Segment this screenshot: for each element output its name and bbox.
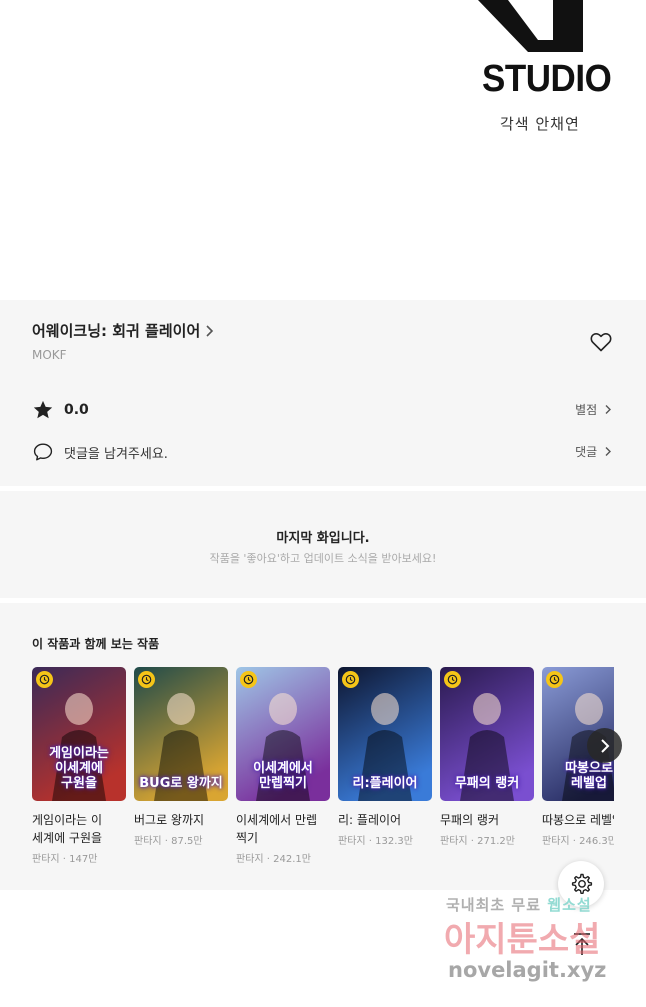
card-genre: 판타지 [542, 836, 570, 847]
comic-panel: STUDIO 각색 안채연 [0, 0, 646, 300]
chevron-right-icon [605, 405, 611, 414]
cover-thumbnail: 게임이라는 이세계에 구원을 [32, 667, 126, 801]
separator-dot: · [263, 854, 274, 865]
card-meta: 판타지 · 147만 [32, 850, 126, 865]
clock-icon [549, 674, 560, 685]
cover-title-art: BUG로 왕까지 [139, 776, 223, 791]
card-views: 87.5만 [171, 836, 203, 847]
clock-badge-icon [546, 671, 563, 688]
card-meta: 판타지 · 246.3만 [542, 832, 614, 847]
chevron-right-icon [206, 324, 214, 337]
separator-dot: · [161, 836, 172, 847]
card-title: 리: 플레이어 [338, 813, 402, 827]
card-meta: 판타지 · 87.5만 [134, 832, 228, 847]
recommendation-heading: 이 작품과 함께 보는 작품 [32, 637, 160, 651]
recommendation-card[interactable]: 무패의 랭커 무패의 랭커 판타지 · 271.2만 [440, 667, 534, 847]
series-info: 어웨이크닝: 회귀 플레이어 MOKF 0.0 별점 댓글을 남겨주세요. 댓글 [0, 300, 646, 486]
clock-badge-icon [36, 671, 53, 688]
last-chapter-title: 마지막 화입니다. [276, 531, 370, 546]
arrow-up-icon [574, 933, 590, 955]
watermark: 국내최초 무료 웹소설 아지툰소설 novelagit.xyz [440, 890, 640, 1000]
separator-dot: · [59, 854, 70, 865]
speech-bubble-icon [33, 443, 53, 461]
clock-badge-icon [444, 671, 461, 688]
card-genre: 판타지 [134, 836, 162, 847]
settings-button[interactable] [558, 861, 604, 907]
cover-title-art: 무패의 랭커 [454, 776, 520, 791]
card-title: 무패의 랭커 [440, 813, 500, 827]
separator-dot: · [467, 836, 478, 847]
series-title: 어웨이크닝: 회귀 플레이어 [32, 322, 201, 340]
recommendation-carousel: 게임이라는 이세계에 구원을 게임이라는 이 세계에 구원을 판타지 · 147만 B… [32, 667, 614, 887]
studio-logo-mark [478, 0, 583, 52]
card-meta: 판타지 · 132.3만 [338, 832, 432, 847]
rating-link[interactable]: 별점 [575, 401, 612, 418]
card-title: 게임이라는 이 세계에 구원을 [32, 813, 103, 845]
series-author: MOKF [32, 348, 67, 362]
separator-dot: · [365, 836, 376, 847]
card-genre: 판타지 [32, 854, 60, 865]
series-title-link[interactable]: 어웨이크닝: 회귀 플레이어 [32, 320, 215, 341]
clock-icon [141, 674, 152, 685]
clock-icon [39, 674, 50, 685]
clock-badge-icon [240, 671, 257, 688]
card-views: 271.2만 [477, 836, 515, 847]
rating-row: 0.0 [32, 399, 89, 421]
last-chapter-subtitle: 작품을 '좋아요'하고 업데이트 소식을 받아보세요! [209, 552, 437, 565]
card-views: 132.3만 [375, 836, 413, 847]
card-genre: 판타지 [338, 836, 366, 847]
last-chapter-notice: 마지막 화입니다. 작품을 '좋아요'하고 업데이트 소식을 받아보세요! [0, 491, 646, 598]
watermark-line1-a: 국내최초 무료 [446, 896, 542, 914]
card-title: 버그로 왕까지 [134, 813, 205, 827]
comment-placeholder: 댓글을 남겨주세요. [64, 446, 168, 462]
comment-link-label: 댓글 [575, 445, 598, 459]
cover-title-art: 리:플레이어 [352, 776, 418, 791]
clock-badge-icon [138, 671, 155, 688]
cover-title-art: 따봉으로 레벨업 [565, 761, 613, 791]
chevron-right-icon [605, 447, 611, 456]
cover-title-art: 게임이라는 이세계에 구원을 [49, 746, 109, 791]
separator-dot: · [569, 836, 580, 847]
card-title: 이세계에서 만렙 찍기 [236, 813, 318, 845]
cover-thumbnail: 리:플레이어 [338, 667, 432, 801]
gear-icon [571, 873, 593, 894]
heart-icon[interactable] [589, 330, 613, 354]
card-meta: 판타지 · 242.1만 [236, 850, 330, 865]
studio-label: STUDIO [482, 58, 612, 100]
cover-thumbnail: 이세계에서 만렙찍기 [236, 667, 330, 801]
card-meta: 판타지 · 271.2만 [440, 832, 534, 847]
recommendation-section: 이 작품과 함께 보는 작품 게임이라는 이세계에 구원을게임이라는 이 세계에… [0, 603, 646, 890]
recommendation-card[interactable]: 리:플레이어리: 플레이어판타지 · 132.3만 [338, 667, 432, 847]
card-views: 242.1만 [273, 854, 311, 865]
card-genre: 판타지 [236, 854, 264, 865]
cover-thumbnail: 무패의 랭커 [440, 667, 534, 801]
studio-logo: STUDIO 각색 안채연 [478, 0, 613, 140]
card-views: 246.3만 [579, 836, 614, 847]
clock-icon [345, 674, 356, 685]
clock-icon [447, 674, 458, 685]
cover-thumbnail: BUG로 왕까지 [134, 667, 228, 801]
credit-text: 각색 안채연 [500, 115, 580, 133]
card-genre: 판타지 [440, 836, 468, 847]
recommendation-card[interactable]: 이세계에서 만렙찍기이세계에서 만렙 찍기판타지 · 242.1만 [236, 667, 330, 865]
card-title: 따봉으로 레벨업 [542, 813, 614, 827]
clock-icon [243, 674, 254, 685]
comment-link[interactable]: 댓글 [575, 443, 612, 460]
clock-badge-icon [342, 671, 359, 688]
comment-input-row[interactable]: 댓글을 남겨주세요. [32, 441, 168, 463]
scroll-top-button[interactable] [562, 924, 602, 964]
card-views: 147만 [69, 854, 98, 865]
star-icon [33, 400, 53, 419]
chevron-right-icon [600, 738, 609, 753]
cover-title-art: 이세계에서 만렙찍기 [253, 761, 313, 791]
recommendation-card[interactable]: BUG로 왕까지버그로 왕까지판타지 · 87.5만 [134, 667, 228, 847]
rating-link-label: 별점 [575, 403, 598, 417]
rating-value: 0.0 [64, 402, 89, 418]
carousel-next-button[interactable] [587, 728, 622, 763]
recommendation-card[interactable]: 게임이라는 이세계에 구원을게임이라는 이 세계에 구원을판타지 · 147만 [32, 667, 126, 865]
